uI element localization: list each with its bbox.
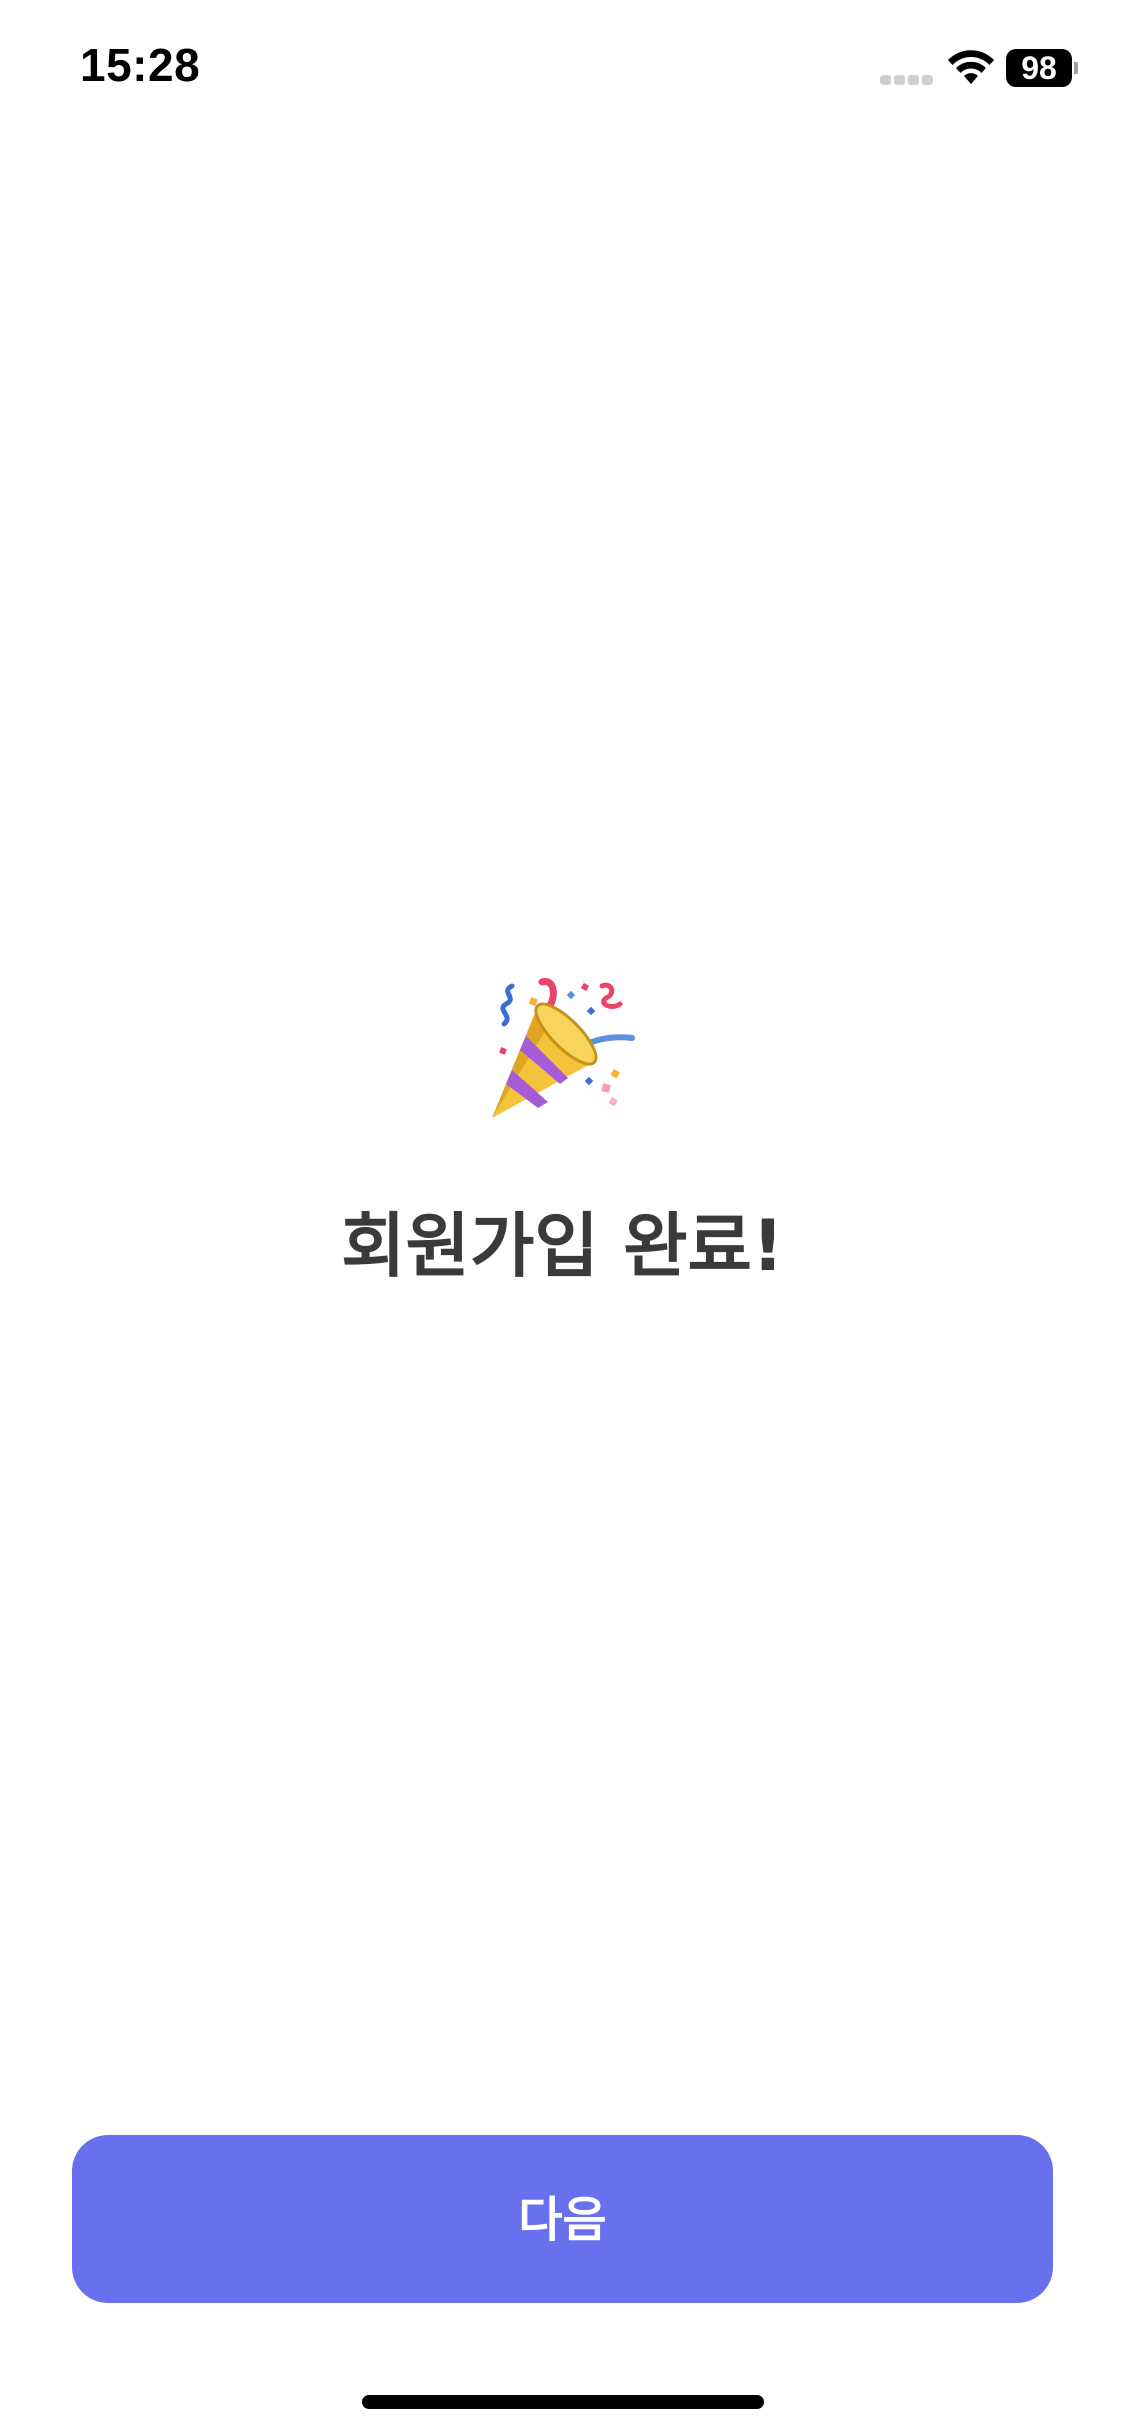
battery-icon: 98 [1006,49,1078,87]
cellular-signal-icon [880,75,936,85]
wifi-icon [948,50,994,84]
battery-tip [1074,62,1078,74]
battery-level: 98 [1006,49,1072,87]
home-indicator[interactable] [362,2395,764,2409]
party-popper-icon [492,978,635,1118]
status-bar: 15:28 98 [0,0,1125,140]
next-button[interactable]: 다음 [72,2135,1053,2303]
page-title: 회원가입 완료! [341,1205,784,1287]
status-time: 15:28 [80,39,201,91]
